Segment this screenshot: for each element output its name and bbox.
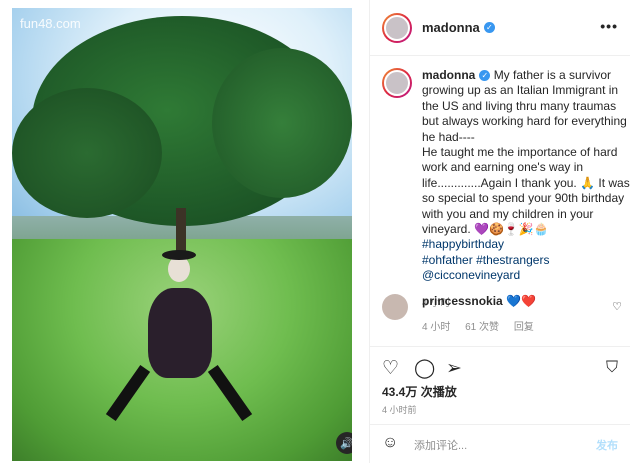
post-username[interactable]: madonna [422, 20, 480, 35]
comment-item: princessnokia 💙❤️ 4 小时 61 次赞 回复 ♡ [382, 294, 622, 333]
reply-button[interactable]: 回复 [514, 322, 534, 333]
post-time: 4 小时前 [382, 405, 417, 415]
comment-meta: 4 小时 61 次赞 回复 [422, 318, 622, 333]
comment-time: 4 小时 [422, 322, 451, 333]
post-comment-button[interactable]: 发布 [596, 437, 618, 453]
comment-text: princessnokia 💙❤️ [422, 294, 622, 308]
commenter-username[interactable]: princessnokia [422, 294, 503, 308]
comment-like-icon[interactable]: ♡ [612, 300, 622, 313]
caption-text: madonna ✓ My father is a survivor growing… [422, 68, 630, 283]
hashtag-link[interactable]: #thestrangers [476, 253, 549, 267]
avatar[interactable] [382, 12, 412, 43]
hashtag-link[interactable]: #happybirthday [422, 237, 504, 251]
post-header: madonna ✓ ••• [370, 0, 630, 56]
person-hat [162, 250, 196, 260]
comment-input[interactable]: 添加评论... [414, 437, 467, 453]
post-video[interactable]: fun48.com 🔊 [12, 8, 352, 461]
caption: madonna ✓ My father is a survivor growing… [382, 68, 630, 309]
comment-icon[interactable]: ◯ [414, 357, 435, 380]
action-bar: ♡ ◯ ➢ ⛉ [370, 346, 630, 386]
post-window: fun48.com 🔊 madonna ✓ ••• madonna ✓ My fa… [0, 0, 630, 463]
bookmark-icon[interactable]: ⛉ [606, 359, 618, 377]
tree-canopy-2 [12, 88, 162, 218]
view-count[interactable]: 43.4万 次播放 [382, 383, 457, 400]
more-options-icon[interactable]: ••• [600, 18, 618, 34]
commenter-avatar[interactable] [382, 294, 408, 320]
tree-canopy-3 [212, 48, 352, 198]
verified-badge-icon: ✓ [479, 70, 491, 81]
post-sidebar: madonna ✓ ••• madonna ✓ My father is a su… [369, 0, 630, 463]
caption-avatar[interactable] [382, 68, 412, 98]
share-icon[interactable]: ➢ [446, 357, 462, 380]
comment-likes[interactable]: 61 次赞 [465, 322, 499, 333]
watermark: fun48.com [20, 16, 81, 31]
verified-badge-icon: ✓ [483, 22, 495, 33]
heart-icon[interactable]: ♡ [382, 357, 399, 380]
sound-icon[interactable]: 🔊 [336, 432, 352, 454]
add-comment-bar: ☺ 添加评论... 发布 [370, 424, 630, 463]
hashtag-link[interactable]: #ohfather [422, 253, 473, 267]
comment-emoji: 💙❤️ [506, 294, 536, 308]
mention-link[interactable]: @cicconevineyard [422, 268, 520, 282]
caption-username[interactable]: madonna [422, 68, 475, 82]
person-dress [148, 288, 212, 378]
emoji-icon[interactable]: ☺ [382, 434, 398, 452]
